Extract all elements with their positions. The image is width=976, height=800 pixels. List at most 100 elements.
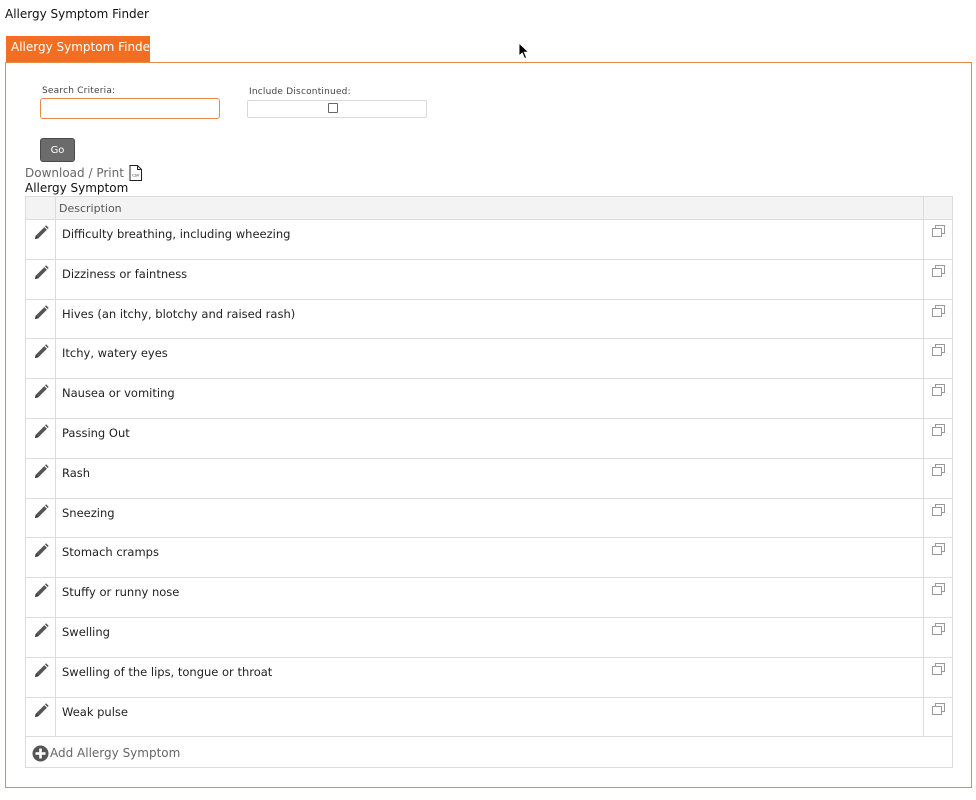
edit-cell[interactable] [26, 578, 56, 617]
description-cell: Dizziness or faintness [56, 259, 924, 299]
edit-cell[interactable] [26, 379, 56, 418]
table-row: Itchy, watery eyes [26, 339, 952, 380]
pencil-icon[interactable] [32, 423, 50, 441]
allergy-symptom-grid: Description Difficulty breathing, includ… [25, 196, 953, 768]
search-panel: Search Criteria: Include Discontinued: G… [5, 62, 972, 788]
pencil-icon[interactable] [32, 264, 50, 282]
table-row: Difficulty breathing, including wheezing [26, 220, 952, 260]
copy-cell[interactable] [924, 578, 952, 617]
description-cell: Stuffy or runny nose [56, 578, 924, 617]
pencil-icon[interactable] [32, 463, 50, 481]
copy-cell[interactable] [924, 419, 952, 458]
table-row: Dizziness or faintness [26, 259, 952, 300]
column-header-description[interactable]: Description [56, 197, 924, 219]
table-row: Stuffy or runny nose [26, 578, 952, 618]
copy-icon[interactable] [931, 344, 945, 357]
svg-text:CSV: CSV [132, 174, 140, 178]
copy-cell[interactable] [924, 658, 952, 697]
copy-cell[interactable] [924, 339, 952, 378]
copy-icon[interactable] [931, 264, 945, 278]
download-print-label: Download / Print [25, 166, 124, 180]
page-title: Allergy Symptom Finder [5, 7, 149, 21]
table-row: Hives (an itchy, blotchy and raised rash… [26, 299, 952, 340]
edit-cell[interactable] [26, 220, 56, 259]
description-cell: Swelling [56, 617, 924, 657]
copy-icon[interactable] [931, 463, 945, 477]
header-copy-column [924, 197, 952, 219]
copy-cell[interactable] [924, 538, 952, 577]
edit-cell[interactable] [26, 617, 56, 657]
copy-cell[interactable] [924, 499, 952, 538]
add-allergy-symptom-label: Add Allergy Symptom [50, 746, 181, 761]
table-row: Nausea or vomiting [26, 379, 952, 419]
pencil-icon[interactable] [32, 662, 50, 680]
table-row: Swelling [26, 617, 952, 658]
pencil-icon[interactable] [32, 622, 50, 640]
copy-icon[interactable] [931, 622, 945, 636]
copy-cell[interactable] [924, 698, 952, 737]
pencil-icon[interactable] [32, 503, 50, 521]
copy-icon[interactable] [931, 543, 945, 556]
table-row: Sneezing [26, 498, 952, 539]
edit-cell[interactable] [26, 697, 56, 737]
description-cell: Passing Out [56, 418, 924, 458]
copy-icon[interactable] [931, 662, 945, 676]
description-cell: Rash [56, 458, 924, 498]
pencil-icon[interactable] [32, 702, 50, 720]
description-cell: Nausea or vomiting [56, 379, 924, 418]
copy-icon[interactable] [931, 304, 945, 318]
header-edit-column [26, 197, 56, 219]
description-cell: Sneezing [56, 498, 924, 538]
table-row: Swelling of the lips, tongue or throat [26, 657, 952, 698]
table-row: Stomach cramps [26, 538, 952, 579]
include-discontinued-checkbox[interactable] [328, 103, 338, 113]
copy-cell[interactable] [924, 300, 952, 339]
tab-allergy-symptom-finder[interactable]: Allergy Symptom Finder [6, 36, 155, 62]
search-criteria-label: Search Criteria: [42, 86, 116, 96]
table-row: Passing Out [26, 418, 952, 459]
include-discontinued-field [247, 100, 427, 118]
add-allergy-symptom-link[interactable]: Add Allergy Symptom [26, 737, 952, 769]
copy-cell[interactable] [924, 379, 952, 418]
edit-cell[interactable] [26, 458, 56, 498]
edit-cell[interactable] [26, 339, 56, 379]
copy-icon[interactable] [931, 702, 945, 716]
table-row: Weak pulse [26, 697, 952, 738]
pencil-icon[interactable] [32, 383, 50, 401]
grid-header: Description [26, 197, 952, 220]
copy-icon[interactable] [931, 503, 945, 517]
pencil-icon[interactable] [32, 224, 50, 242]
mouse-cursor-icon [518, 42, 530, 60]
description-cell: Swelling of the lips, tongue or throat [56, 657, 924, 697]
plus-circle-icon [32, 745, 49, 762]
description-cell: Hives (an itchy, blotchy and raised rash… [56, 299, 924, 339]
pencil-icon[interactable] [32, 304, 50, 322]
edit-cell[interactable] [26, 538, 56, 578]
edit-cell[interactable] [26, 418, 56, 458]
search-criteria-input[interactable] [40, 98, 220, 119]
include-discontinued-label: Include Discontinued: [249, 87, 351, 97]
copy-icon[interactable] [931, 583, 945, 596]
copy-icon[interactable] [931, 225, 945, 238]
edit-cell[interactable] [26, 259, 56, 299]
download-print-link[interactable]: Download / Print CSV [25, 165, 142, 181]
description-cell: Weak pulse [56, 697, 924, 737]
section-title: Allergy Symptom [25, 181, 129, 195]
csv-file-icon: CSV [129, 165, 142, 181]
copy-cell[interactable] [924, 618, 952, 657]
copy-icon[interactable] [931, 423, 945, 437]
edit-cell[interactable] [26, 299, 56, 339]
edit-cell[interactable] [26, 498, 56, 538]
description-cell: Itchy, watery eyes [56, 339, 924, 379]
description-cell: Difficulty breathing, including wheezing [56, 220, 924, 259]
table-row: Rash [26, 458, 952, 499]
copy-icon[interactable] [931, 384, 945, 397]
copy-cell[interactable] [924, 260, 952, 299]
pencil-icon[interactable] [32, 343, 50, 361]
go-button[interactable]: Go [40, 138, 75, 162]
pencil-icon[interactable] [32, 542, 50, 560]
copy-cell[interactable] [924, 220, 952, 259]
pencil-icon[interactable] [32, 582, 50, 600]
edit-cell[interactable] [26, 657, 56, 697]
copy-cell[interactable] [924, 459, 952, 498]
